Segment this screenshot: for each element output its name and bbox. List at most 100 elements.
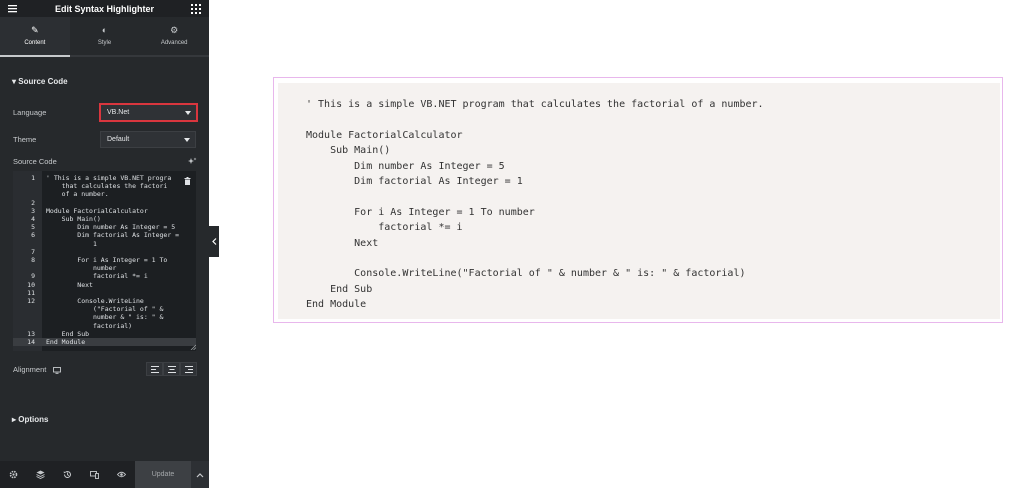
line-number: 6 xyxy=(31,231,35,240)
editor-line: 5 Dim number As Integer = 5 xyxy=(13,223,196,231)
update-options-button[interactable] xyxy=(191,461,209,488)
panel-footer: Update xyxy=(0,461,209,488)
syntax-highlighter-widget[interactable]: ' This is a simple VB.NET program that c… xyxy=(273,77,1003,323)
line-code: ' This is a simple VB.NET progra xyxy=(46,174,172,182)
options-title: Options xyxy=(18,415,49,424)
tab-advanced[interactable]: ⚙ Advanced xyxy=(139,17,210,57)
line-code: that calculates the factori xyxy=(46,182,168,191)
line-code: Sub Main() xyxy=(46,215,101,223)
editor-line: ("Factorial of " & xyxy=(13,305,196,313)
eye-icon xyxy=(117,471,126,478)
source-code-section-toggle[interactable]: ▾ Source Code xyxy=(12,77,68,86)
history-icon xyxy=(63,471,71,478)
editor-line: 4 Sub Main() xyxy=(13,215,196,223)
options-section-toggle[interactable]: ▸ Options xyxy=(12,415,48,424)
line-code: of a number. xyxy=(46,190,109,199)
align-right-button[interactable] xyxy=(180,362,197,376)
editor-line: 7 xyxy=(13,248,196,256)
editor-line: 1 ' This is a simple VB.NET progra xyxy=(13,174,196,182)
editor-line: 9 factorial *= i xyxy=(13,272,196,280)
desktop-icon[interactable] xyxy=(53,366,62,374)
section-title: Source Code xyxy=(18,77,68,86)
tab-content[interactable]: ✎ Content xyxy=(0,17,70,57)
editor-line: 2 xyxy=(13,199,196,207)
theme-select[interactable]: Default xyxy=(100,131,196,148)
responsive-icon xyxy=(90,471,99,479)
panel-title: Edit Syntax Highlighter xyxy=(54,3,154,14)
layers-icon xyxy=(36,470,45,479)
panel-tabs: ✎ Content ◐ Style ⚙ Advanced xyxy=(0,17,210,57)
hamburger-menu-icon[interactable] xyxy=(7,3,18,14)
tab-style-label: Style xyxy=(97,40,112,46)
line-code: 1 xyxy=(46,239,97,248)
line-code: End Sub xyxy=(46,329,90,338)
editor-line: 11 xyxy=(13,289,196,297)
theme-value: Default xyxy=(107,136,130,143)
widgets-grid-icon[interactable] xyxy=(191,4,201,14)
alignment-control xyxy=(146,362,197,376)
line-number: 5 xyxy=(31,223,35,232)
language-select[interactable]: VB.Net xyxy=(99,103,198,122)
highlighted-code: ' This is a simple VB.NET program that c… xyxy=(306,99,764,311)
line-number: 9 xyxy=(31,272,35,281)
editor-line: 8 For i As Integer = 1 To xyxy=(13,256,196,264)
editor-line: factorial) xyxy=(13,322,196,330)
pencil-icon: ✎ xyxy=(31,25,39,35)
line-code: Dim factorial As Integer = xyxy=(46,231,180,240)
line-number: 2 xyxy=(31,198,35,207)
alignment-label-text: Alignment xyxy=(13,365,47,374)
align-left-button[interactable] xyxy=(146,362,163,376)
update-button[interactable]: Update xyxy=(135,461,191,488)
chevron-left-icon xyxy=(211,238,216,245)
line-code: factorial *= i xyxy=(46,272,148,281)
line-code: factorial) xyxy=(46,321,133,330)
responsive-mode-button[interactable] xyxy=(81,461,108,488)
ai-sparkle-icon[interactable] xyxy=(188,157,197,166)
editor-line: number & " is: " & xyxy=(13,313,196,321)
chevron-down-icon xyxy=(184,138,190,142)
line-code: For i As Integer = 1 To xyxy=(46,256,168,264)
editor-line: 13 End Sub xyxy=(13,330,196,338)
align-right-icon xyxy=(184,365,193,373)
line-code: Next xyxy=(46,280,93,289)
align-center-icon xyxy=(167,365,176,373)
history-button[interactable] xyxy=(54,461,81,488)
tab-style[interactable]: ◐ Style xyxy=(69,17,140,57)
editor-line: 6 Dim factorial As Integer = xyxy=(13,231,196,239)
source-code-editor[interactable]: 1 ' This is a simple VB.NET progra that c… xyxy=(13,171,196,351)
language-label: Language xyxy=(13,108,47,117)
line-code: ("Factorial of " & xyxy=(46,305,164,314)
editor-line: 14 End Module xyxy=(13,338,196,346)
line-code: number xyxy=(46,264,117,273)
tab-advanced-label: Advanced xyxy=(160,40,188,46)
line-code: Console.WriteLine xyxy=(46,297,144,305)
align-left-icon xyxy=(150,365,159,373)
line-number: 10 xyxy=(27,280,35,289)
chevron-up-icon xyxy=(196,472,204,477)
align-center-button[interactable] xyxy=(163,362,180,376)
tab-content-label: Content xyxy=(24,40,46,46)
line-code: Module FactorialCalculator xyxy=(46,206,148,215)
gear-icon xyxy=(9,470,18,479)
half-circle-icon: ◐ xyxy=(101,25,108,35)
resize-handle-icon[interactable] xyxy=(190,344,196,350)
line-number: 1 xyxy=(31,174,35,182)
editor-line: that calculates the factori xyxy=(13,182,196,190)
gear-icon: ⚙ xyxy=(170,25,179,35)
line-number: 11 xyxy=(27,288,35,297)
navigator-button[interactable] xyxy=(27,461,54,488)
collapse-panel-button[interactable] xyxy=(209,226,219,257)
chevron-down-icon xyxy=(185,111,191,115)
line-code: Dim number As Integer = 5 xyxy=(46,223,176,232)
line-number: 3 xyxy=(31,206,35,215)
line-number: 8 xyxy=(31,256,35,264)
editor-line: 12 Console.WriteLine xyxy=(13,297,196,305)
source-code-label: Source Code xyxy=(13,157,57,166)
preview-changes-button[interactable] xyxy=(108,461,135,488)
trash-icon[interactable] xyxy=(184,177,191,185)
editor-panel: Edit Syntax Highlighter ✎ Content ◐ Styl… xyxy=(0,0,210,488)
alignment-label: Alignment xyxy=(13,365,62,374)
settings-button[interactable] xyxy=(0,461,27,488)
code-block: ' This is a simple VB.NET program that c… xyxy=(278,83,1000,319)
editor-line: number xyxy=(13,264,196,272)
